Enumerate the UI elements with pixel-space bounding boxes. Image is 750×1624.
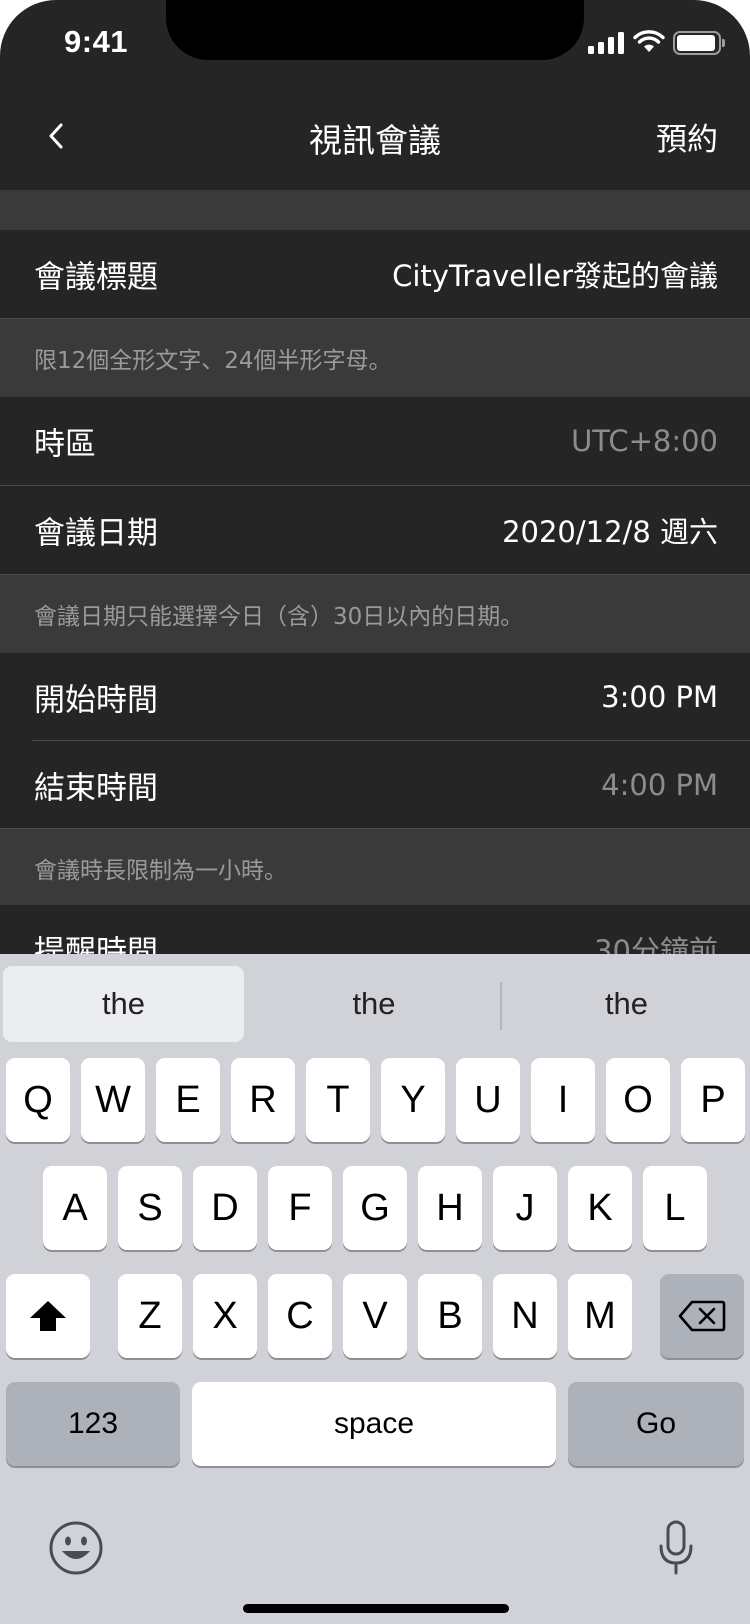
key-i[interactable]: I — [531, 1058, 595, 1142]
key-p[interactable]: P — [681, 1058, 745, 1142]
key-b[interactable]: B — [418, 1274, 482, 1358]
emoji-icon[interactable] — [48, 1520, 104, 1576]
date-note: 會議日期只能選擇今日（含）30日以內的日期。 — [0, 575, 750, 653]
title-note-text: 限12個全形文字、24個半形字母。 — [34, 348, 392, 374]
delete-icon — [678, 1300, 726, 1332]
meeting-date-label: 會議日期 — [34, 515, 158, 552]
space-key[interactable]: space — [192, 1382, 556, 1466]
timezone-value: UTC+8:00 — [571, 424, 718, 458]
shift-key[interactable] — [6, 1274, 90, 1358]
key-v[interactable]: V — [343, 1274, 407, 1358]
section-spacer — [0, 190, 750, 230]
phone-screen: 9:41 視訊會議 預約 會議標題 CityTraveller發起的會議 限12… — [0, 0, 750, 1624]
suggestion-item[interactable]: the — [250, 966, 498, 1042]
key-c[interactable]: C — [268, 1274, 332, 1358]
suggestion-item[interactable]: the — [3, 966, 244, 1042]
end-time-label: 結束時間 — [34, 770, 158, 807]
start-time-row[interactable]: 開始時間 3:00 PM — [0, 653, 750, 741]
key-m[interactable]: M — [568, 1274, 632, 1358]
battery-icon — [673, 31, 725, 55]
key-h[interactable]: H — [418, 1166, 482, 1250]
key-l[interactable]: L — [643, 1166, 707, 1250]
suggestion-bar: the the the — [0, 954, 750, 1054]
timezone-row[interactable]: 時區 UTC+8:00 — [0, 397, 750, 485]
home-indicator[interactable] — [243, 1604, 509, 1613]
key-f[interactable]: F — [268, 1166, 332, 1250]
keyboard: the the the Q W E R T Y U I O P A S D F … — [0, 954, 750, 1624]
key-t[interactable]: T — [306, 1058, 370, 1142]
key-k[interactable]: K — [568, 1166, 632, 1250]
status-bar: 9:41 — [0, 0, 750, 88]
key-g[interactable]: G — [343, 1166, 407, 1250]
meeting-date-row[interactable]: 會議日期 2020/12/8 週六 — [0, 486, 750, 574]
suggestion-item[interactable]: the — [503, 966, 750, 1042]
key-y[interactable]: Y — [381, 1058, 445, 1142]
wifi-icon — [633, 30, 665, 52]
meeting-title-value[interactable]: CityTraveller發起的會議 — [392, 253, 718, 295]
end-time-value: 4:00 PM — [601, 768, 718, 802]
key-r[interactable]: R — [231, 1058, 295, 1142]
date-note-text: 會議日期只能選擇今日（含）30日以內的日期。 — [34, 604, 524, 630]
status-time: 9:41 — [64, 24, 129, 59]
microphone-icon[interactable] — [658, 1520, 694, 1576]
start-time-label: 開始時間 — [34, 682, 158, 719]
notch — [166, 0, 584, 60]
key-x[interactable]: X — [193, 1274, 257, 1358]
navigation-bar: 視訊會議 預約 — [0, 88, 750, 190]
start-time-value[interactable]: 3:00 PM — [601, 680, 718, 714]
page-title: 視訊會議 — [309, 121, 441, 160]
reserve-button[interactable]: 預約 — [656, 114, 718, 159]
go-key[interactable]: Go — [568, 1382, 744, 1466]
timezone-label: 時區 — [34, 426, 96, 463]
end-time-row[interactable]: 結束時間 4:00 PM — [0, 741, 750, 829]
meeting-title-label: 會議標題 — [34, 259, 158, 296]
key-j[interactable]: J — [493, 1166, 557, 1250]
duration-note-text: 會議時長限制為一小時。 — [34, 858, 287, 884]
suggestion-divider — [500, 982, 502, 1030]
cellular-signal-icon — [588, 30, 624, 54]
title-note: 限12個全形文字、24個半形字母。 — [0, 319, 750, 397]
key-u[interactable]: U — [456, 1058, 520, 1142]
key-a[interactable]: A — [43, 1166, 107, 1250]
key-w[interactable]: W — [81, 1058, 145, 1142]
delete-key[interactable] — [660, 1274, 744, 1358]
key-q[interactable]: Q — [6, 1058, 70, 1142]
key-e[interactable]: E — [156, 1058, 220, 1142]
key-s[interactable]: S — [118, 1166, 182, 1250]
meeting-date-value[interactable]: 2020/12/8 週六 — [502, 509, 718, 551]
key-n[interactable]: N — [493, 1274, 557, 1358]
key-d[interactable]: D — [193, 1166, 257, 1250]
numbers-key[interactable]: 123 — [6, 1382, 180, 1466]
meeting-title-row[interactable]: 會議標題 CityTraveller發起的會議 — [0, 230, 750, 318]
key-z[interactable]: Z — [118, 1274, 182, 1358]
shift-icon — [30, 1301, 66, 1331]
key-o[interactable]: O — [606, 1058, 670, 1142]
duration-note: 會議時長限制為一小時。 — [0, 829, 750, 907]
